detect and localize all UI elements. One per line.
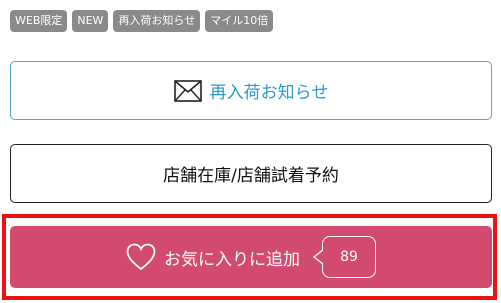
heart-icon (126, 243, 156, 271)
tag-restock-notice: 再入荷お知らせ (113, 10, 201, 32)
mail-icon (173, 79, 202, 102)
store-stock-reservation-label: 店舗在庫/店舗試着予約 (163, 166, 339, 186)
favorites-count-badge: 89 (313, 236, 376, 278)
product-tags: WEB限定 NEW 再入荷お知らせ マイル10倍 (10, 10, 274, 32)
restock-notify-button[interactable]: 再入荷お知らせ (10, 61, 492, 120)
restock-notify-label: 再入荷お知らせ (209, 83, 329, 103)
tag-mile-10x: マイル10倍 (205, 10, 274, 32)
tag-new: NEW (72, 10, 109, 32)
add-to-favorites-label: お気に入りに追加 (164, 249, 300, 270)
add-to-favorites-button[interactable]: お気に入りに追加 89 (10, 226, 492, 288)
tag-web-limited: WEB限定 (10, 10, 68, 32)
store-stock-reservation-button[interactable]: 店舗在庫/店舗試着予約 (10, 144, 492, 203)
